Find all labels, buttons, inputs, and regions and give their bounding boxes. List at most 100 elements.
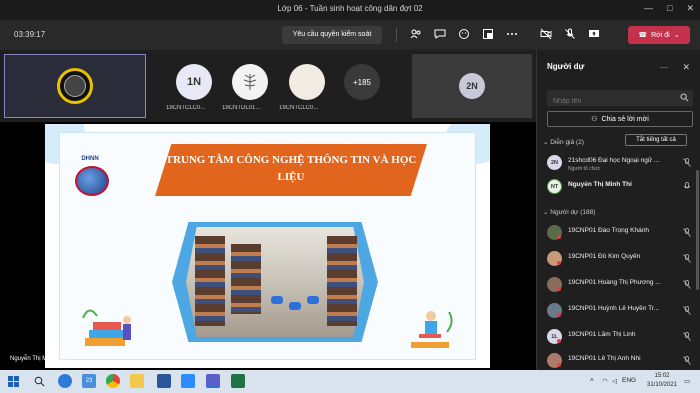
mic-off-icon [683,228,691,237]
bookshelf-image [231,244,261,314]
attendees-header-label: Người dự (188) [550,209,596,216]
presenter-name-label: Nguyễn Thị Minh Thi [10,356,66,362]
status-badge [557,261,561,265]
chevron-down-icon: ⌄ [673,32,680,39]
status-badge [557,363,561,367]
maximize-button[interactable]: □ [667,3,672,14]
participant-row[interactable]: 1L 19CNP01 Lâm Thị Linh [547,328,695,348]
panel-scrollbar[interactable] [696,170,699,290]
zoom-app-icon[interactable] [181,374,195,388]
participant-name: 19CNP01 Đỗ Kim Quyên [568,253,641,260]
rooms-icon[interactable] [482,28,494,40]
volume-icon[interactable]: ◁ [612,377,617,385]
avatar: 1N [176,64,212,100]
shared-screen: DHNN TRUNG TÂM CÔNG NGHỆ THÔNG TIN VÀ HỌ… [0,122,536,370]
mail-app-icon[interactable]: 23 [82,374,96,388]
share-invite-label: Chia sẻ lời mời [601,115,649,123]
person-add-icon: ⚇ [591,116,598,123]
excel-app-icon[interactable] [231,374,245,388]
window-controls: — □ ✕ [644,3,694,14]
system-clock[interactable]: 15:02 31/10/2021 [646,372,678,390]
participant-row[interactable]: 19CNP01 Đào Trọng Khánh [547,224,695,244]
chair-image [289,302,301,310]
presenters-header-label: Diễn giả (2) [550,139,584,146]
participant-name: 19CNP01 Đào Trọng Khánh [568,227,649,234]
avatar [289,64,325,100]
more-participants-button[interactable]: +185 [344,64,380,100]
participant-row[interactable]: NT Nguyễn Thị Minh Thi [547,178,695,198]
participant-tile[interactable]: 19CNTDL01... [222,54,278,118]
panel-header-icons: ··· ✕ [659,62,690,73]
panel-title: Người dự [547,62,585,71]
share-invite-button[interactable]: ⚇ Chia sẻ lời mời [547,111,693,127]
participant-row[interactable]: 19CNP01 Lê Thị Anh Nhi [547,352,695,372]
clock-time: 15:02 [654,373,670,379]
participants-panel: Người dự ··· ✕ ⚇ Chia sẻ lời mời ⌄ Diễn … [536,50,700,370]
chrome-app-icon[interactable] [106,374,120,388]
university-logo [75,166,109,196]
status-badge [557,235,561,239]
mic-icon [683,182,691,189]
search-input[interactable] [547,93,667,110]
wifi-icon[interactable]: ◠ [602,377,608,385]
mute-all-button[interactable]: Tắt tiếng tất cả [625,134,687,146]
participant-row[interactable]: 19CNP01 Đỗ Kim Quyên [547,250,695,270]
profile-logo [57,68,93,104]
participant-row[interactable]: 2N 21shcd06 Đại học Ngoại ngữ ... Người … [547,154,695,174]
clock-date: 31/10/2021 [646,382,678,388]
camera-off-icon[interactable] [540,28,552,40]
close-icon[interactable]: ✕ [682,62,690,73]
notifications-icon[interactable]: ▭ [684,377,690,385]
participant-name: Nguyễn Thị Minh Thi [568,181,632,188]
attendees-section-header[interactable]: ⌄ Người dự (188) [543,208,595,216]
teams-app-icon[interactable] [206,374,220,388]
mic-off-icon[interactable] [564,28,576,40]
mic-off-icon [683,306,691,315]
participant-tile[interactable]: 1N 19CNTCLC0... [166,54,222,118]
window-title: Lớp 06 - Tuần sinh hoạt công dân đợt 02 [277,4,423,13]
avatar [232,64,268,100]
participant-tile[interactable]: 19CNTCLC0... [279,54,335,118]
chat-icon[interactable] [434,28,446,40]
participant-search[interactable] [547,90,693,110]
hang-up-icon: ☎ [638,32,648,39]
leave-button[interactable]: ☎ Rời đi ⌄ [628,26,690,44]
mic-off-icon [683,280,691,289]
presenters-section-header[interactable]: ⌄ Diễn giả (2) [543,138,584,146]
toolbar-icons [410,28,600,40]
windows-start-icon[interactable] [8,376,19,387]
status-badge [557,287,561,291]
more-options-icon[interactable] [506,28,518,40]
teams-meeting-window: Lớp 06 - Tuần sinh hoạt công dân đợt 02 … [0,0,700,393]
tray-chevron-icon[interactable]: ˄ [590,377,594,384]
mic-off-icon [683,332,691,341]
language-indicator[interactable]: ENG [622,377,636,384]
participant-tile[interactable]: 2N [412,54,532,118]
edge-app-icon[interactable] [58,374,72,388]
presentation-slide: DHNN TRUNG TÂM CÔNG NGHỆ THÔNG TIN VÀ HỌ… [45,124,490,368]
university-logo-text: DHNN [81,156,99,162]
avatar: 2N [459,73,485,99]
request-control-button[interactable]: Yêu cầu quyền kiểm soát [282,26,382,44]
more-icon[interactable]: ··· [659,62,668,73]
mic-off-icon [683,254,691,263]
close-window-button[interactable]: ✕ [686,3,694,14]
slide-title: TRUNG TÂM CÔNG NGHỆ THÔNG TIN VÀ HỌC LIỆ… [165,154,417,183]
self-video-tile[interactable] [4,54,146,118]
participant-row[interactable]: 19CNP01 Huỳnh Lê Huyền Tr... [547,302,695,322]
chair-image [271,296,283,304]
minimize-button[interactable]: — [644,3,653,14]
share-screen-icon[interactable] [588,28,600,40]
participant-role: Người tổ chức [568,166,601,172]
toolbar-divider [396,28,397,42]
reactions-icon[interactable] [458,28,470,40]
file-explorer-icon[interactable] [130,374,144,388]
bookshelf-image [327,236,357,326]
participant-name: 19CNTCLC0... [166,105,206,111]
participant-row[interactable]: 19CNP01 Hoàng Thị Phương ... [547,276,695,296]
search-icon[interactable] [34,376,45,387]
word-app-icon[interactable] [157,374,171,388]
participants-icon[interactable] [410,28,422,40]
books-illustration [82,309,131,346]
meeting-toolbar: 03:39:17 Yêu cầu quyền kiểm soát ☎ Rời đ… [0,20,700,50]
